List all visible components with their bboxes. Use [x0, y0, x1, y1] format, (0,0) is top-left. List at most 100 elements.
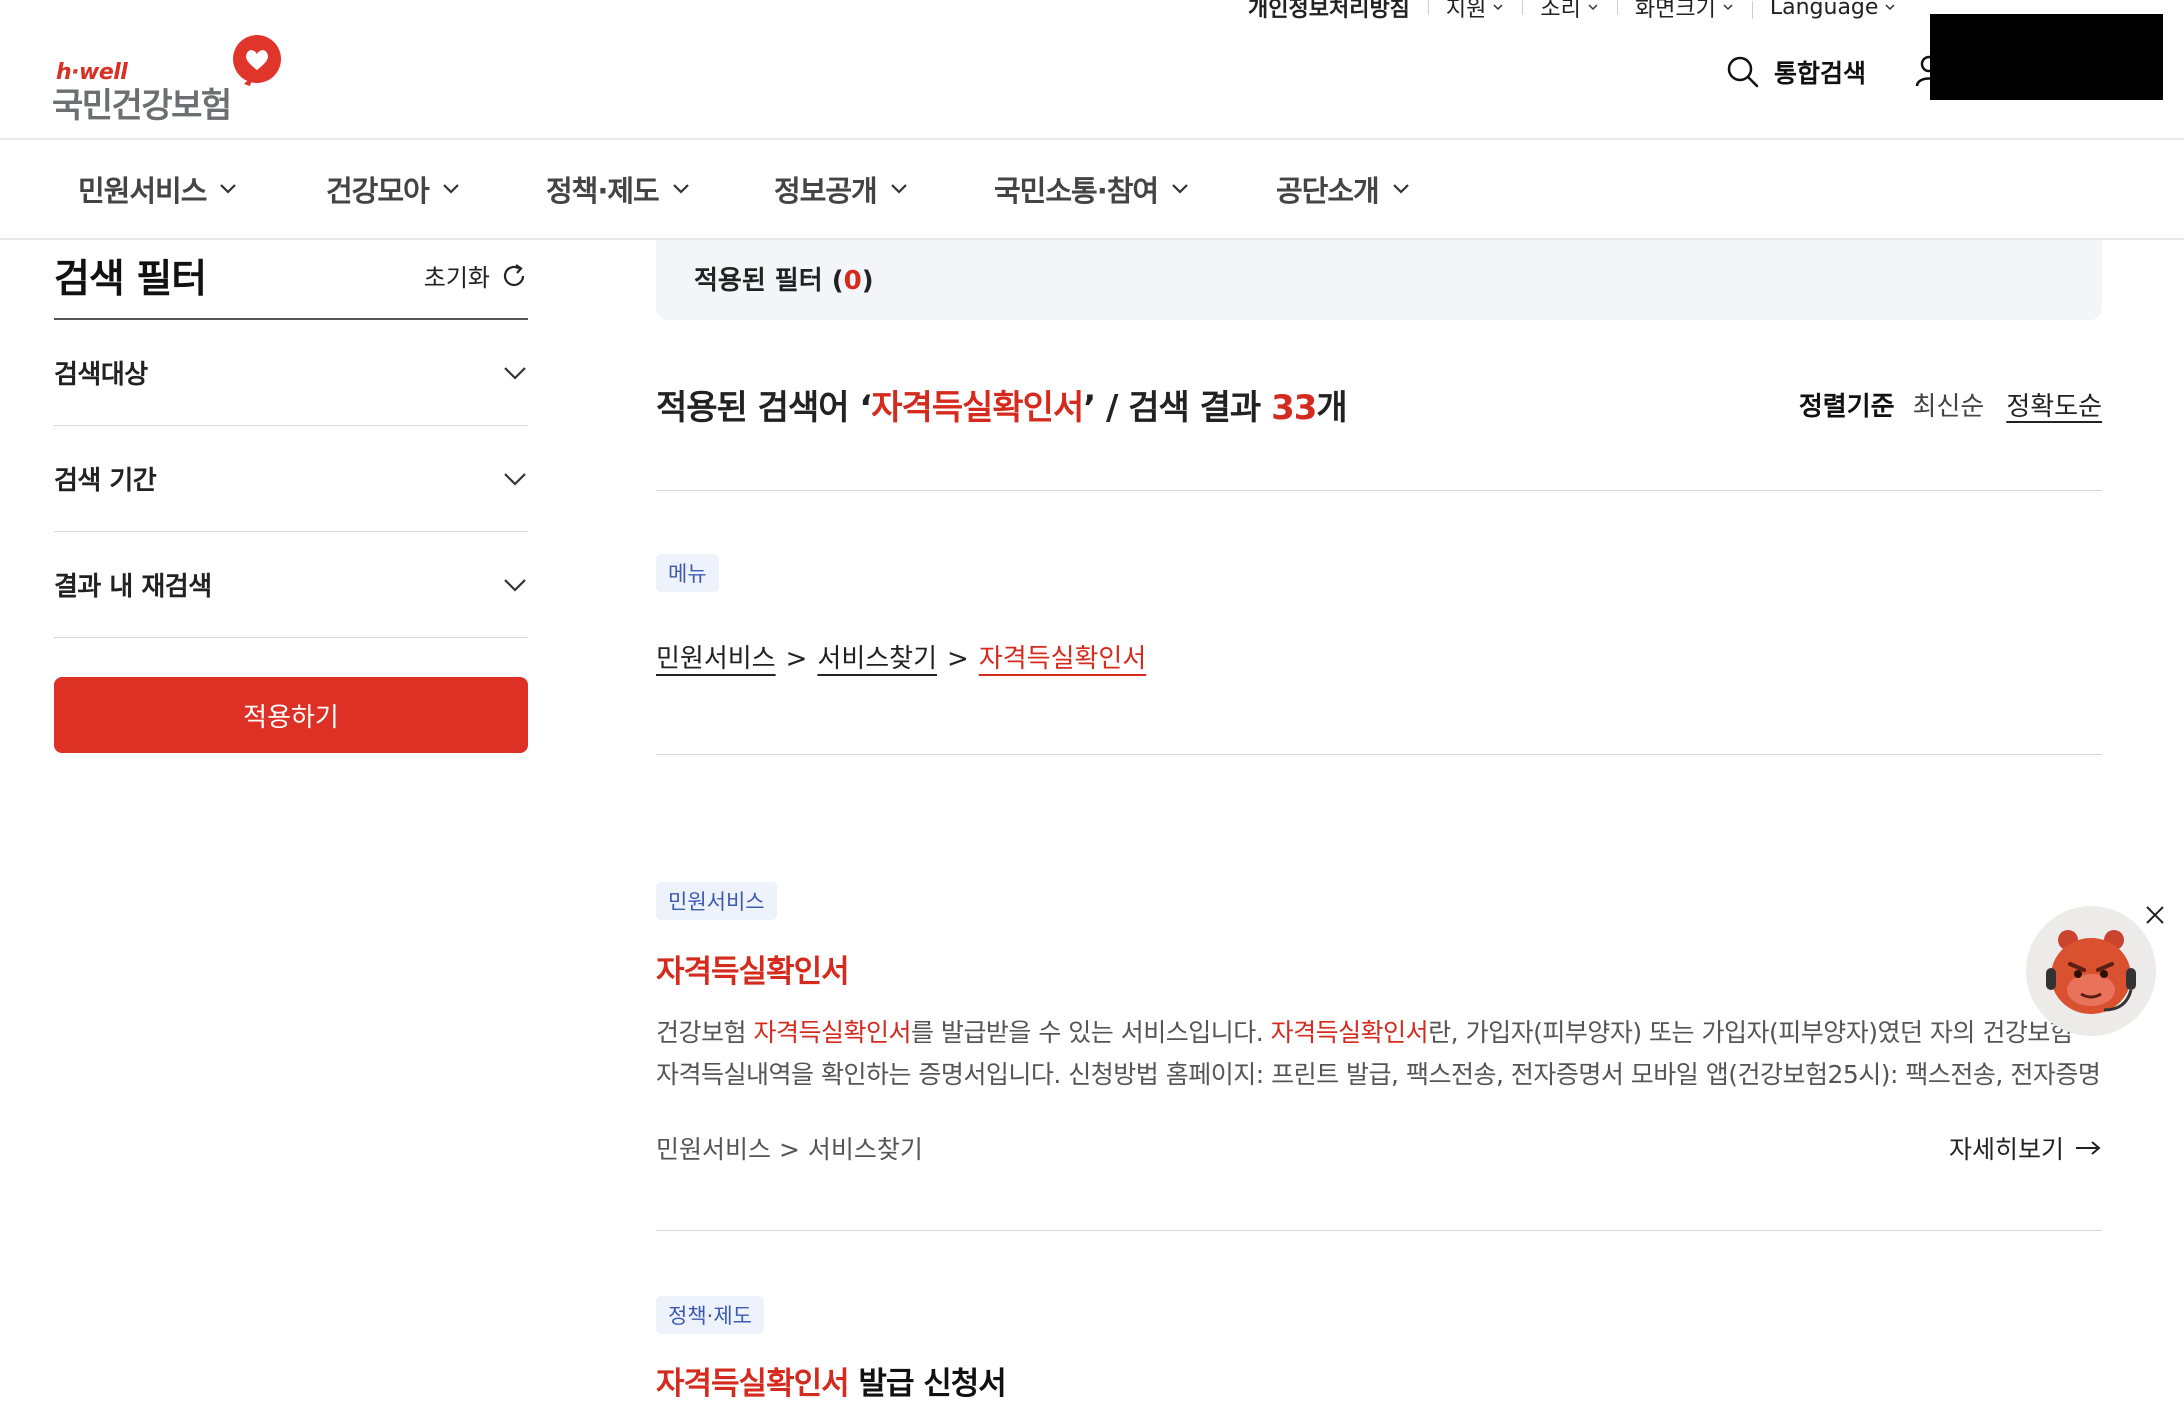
result-title-link[interactable]: 자격득실확인서 발급 신청서: [656, 1358, 1007, 1403]
chatbot-mascot-icon: [2026, 906, 2156, 1036]
apply-filter-button[interactable]: 적용하기: [54, 677, 528, 753]
chevron-down-icon: [1493, 4, 1503, 11]
nav-item-communication[interactable]: 국민소통·참여: [994, 168, 1190, 210]
filter-search-target[interactable]: 검색대상: [54, 320, 528, 426]
chevron-down-icon: [504, 472, 526, 486]
summary-prefix: 적용된 검색어 ‘: [656, 388, 872, 428]
menu-path: 민원서비스 > 서비스찾기 > 자격득실확인서: [656, 638, 1146, 675]
result-divider: [656, 754, 2102, 755]
result-title-link[interactable]: 자격득실확인서: [656, 946, 850, 991]
refresh-icon: [503, 263, 525, 286]
sort-latest[interactable]: 최신순: [1913, 386, 1985, 423]
nav-item-health-collection[interactable]: 건강모아: [326, 168, 461, 210]
logo-brand-name: 국민건강보험: [52, 86, 232, 126]
site-header: h·well 국민건강보험 개인정보처리방침 지원 소리 화면크기 Langua…: [0, 0, 2184, 140]
view-details-label: 자세히보기: [1948, 1135, 2064, 1164]
reset-button[interactable]: 초기화: [424, 258, 528, 293]
font-size-menu[interactable]: 화면크기: [1616, 0, 1752, 23]
arrow-right-icon: [2076, 1141, 2101, 1155]
utility-label: 소리: [1540, 0, 1581, 22]
close-icon[interactable]: [2144, 904, 2166, 926]
result-description: 건강보험 자격득실확인서를 발급받을 수 있는 서비스입니다. 자격득실확인서란…: [656, 1012, 2102, 1096]
chevron-down-icon: [220, 184, 237, 194]
search-label: 통합검색: [1774, 59, 1867, 88]
applied-label-prefix: 적용된 필터 (: [694, 266, 844, 296]
search-icon: [1727, 56, 1759, 88]
reset-label: 초기화: [423, 264, 490, 292]
summary-suffix: 개: [1316, 388, 1347, 428]
nav-label: 정보공개: [774, 174, 878, 208]
utility-label: Language: [1769, 0, 1879, 20]
redacted-block: [1930, 14, 2163, 100]
summary-middle: ’ / 검색 결과: [1083, 388, 1272, 428]
utility-label: 화면크기: [1634, 0, 1716, 22]
desc-text: 건강보험: [656, 1018, 754, 1047]
main-navigation: 민원서비스 건강모아 정책·제도 정보공개 국민소통·참여 공단소개: [0, 140, 2184, 240]
chevron-down-icon: [442, 184, 459, 194]
chevron-down-icon: [1885, 4, 1895, 11]
chevron-down-icon: [504, 366, 526, 380]
chatbot-button[interactable]: [2026, 906, 2156, 1036]
nav-item-policy[interactable]: 정책·제도: [546, 168, 691, 210]
integrated-search-button[interactable]: 통합검색: [1726, 54, 1866, 90]
result-divider: [656, 1230, 2102, 1231]
support-menu[interactable]: 지원: [1427, 0, 1522, 23]
title-highlight: 자격득실확인서: [656, 954, 850, 990]
path-separator: >: [785, 644, 808, 674]
desc-text: 를 발급받을 수 있는 서비스입니다.: [910, 1018, 1271, 1047]
applied-filter-count: 0: [843, 266, 862, 296]
category-badge: 메뉴: [656, 554, 719, 592]
result-count: 33: [1271, 388, 1317, 428]
nav-label: 공단소개: [1276, 174, 1380, 208]
utility-label: 지원: [1445, 0, 1487, 22]
result-path: 민원서비스 > 서비스찾기: [656, 1135, 923, 1164]
nav-item-civil-service[interactable]: 민원서비스: [78, 168, 238, 210]
nav-item-info-disclosure[interactable]: 정보공개: [774, 168, 909, 210]
title-highlight: 자격득실확인서: [656, 1366, 850, 1402]
applied-label-suffix: ): [861, 266, 874, 296]
result-divider: [656, 490, 2102, 491]
filter-title: 검색 필터: [54, 257, 207, 302]
chevron-down-icon: [1588, 4, 1598, 11]
heart-logo-icon: [233, 35, 281, 86]
category-badge: 정책·제도: [656, 1296, 764, 1334]
applied-filters-label: 적용된 필터 (0): [694, 260, 874, 297]
language-menu[interactable]: Language: [1751, 0, 1915, 20]
nav-label: 건강모아: [326, 174, 430, 208]
applied-filters-box: 적용된 필터 (0): [656, 240, 2102, 320]
search-term: 자격득실확인서: [871, 388, 1084, 428]
nav-item-about[interactable]: 공단소개: [1276, 168, 1411, 210]
menu-path-link[interactable]: 민원서비스: [656, 644, 776, 674]
sort-accuracy[interactable]: 정확도순: [2006, 386, 2102, 423]
search-summary: 적용된 검색어 ‘자격득실확인서’ / 검색 결과 33개: [656, 380, 1348, 429]
filter-section-label: 결과 내 재검색: [54, 572, 212, 602]
desc-highlight: 자격득실확인서: [1270, 1018, 1429, 1047]
menu-path-link[interactable]: 자격득실확인서: [979, 644, 1146, 674]
nav-label: 국민소통·참여: [994, 174, 1159, 208]
site-logo[interactable]: h·well 국민건강보험: [52, 30, 292, 126]
filter-section-label: 검색대상: [54, 360, 148, 390]
chevron-down-icon: [672, 184, 689, 194]
chevron-down-icon: [504, 578, 526, 592]
desc-highlight: 자격득실확인서: [753, 1018, 911, 1047]
sort-label: 정렬기준: [1798, 392, 1895, 422]
nav-label: 민원서비스: [78, 174, 207, 208]
chevron-down-icon: [890, 184, 907, 194]
category-badge: 민원서비스: [656, 882, 777, 920]
chevron-down-icon: [1723, 4, 1733, 11]
sort-options: 정렬기준 최신순 정확도순: [1799, 386, 2102, 423]
filter-research-in-results[interactable]: 결과 내 재검색: [54, 532, 528, 638]
view-details-link[interactable]: 자세히보기: [1949, 1130, 2102, 1166]
chevron-down-icon: [1392, 184, 1409, 194]
chevron-down-icon: [1172, 184, 1188, 194]
nav-label: 정책·제도: [546, 174, 660, 208]
path-separator: >: [947, 644, 969, 674]
privacy-policy-link[interactable]: 개인정보처리방침: [1248, 0, 1428, 23]
utility-label: 개인정보처리방침: [1248, 0, 1410, 22]
utility-menu: 개인정보처리방침 지원 소리 화면크기 Language: [1248, 0, 1914, 22]
sound-menu[interactable]: 소리: [1522, 0, 1616, 23]
filter-search-period[interactable]: 검색 기간: [54, 426, 528, 532]
menu-path-link[interactable]: 서비스찾기: [817, 644, 937, 674]
filter-section-label: 검색 기간: [54, 466, 157, 496]
title-rest: 발급 신청서: [848, 1366, 1006, 1402]
